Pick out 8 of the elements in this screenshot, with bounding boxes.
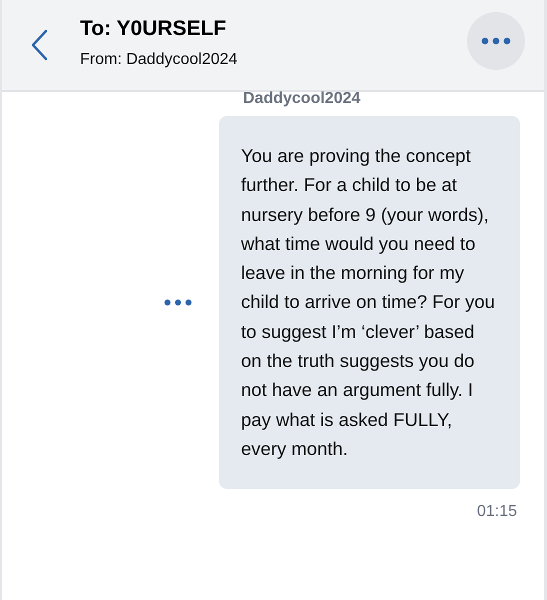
- sender-subtitle: From: Daddycool2024: [80, 51, 238, 69]
- more-icon: [481, 37, 511, 45]
- recipient-title: To: Y0URSELF: [80, 17, 228, 41]
- message-time: 01:15: [476, 503, 517, 522]
- sender-name: Daddycool2024: [243, 92, 362, 109]
- message-options-icon[interactable]: [164, 299, 192, 306]
- message-text: You are proving the concept further. For a child to be at nursery before 9 (your words), what time would you need to leave in the morning for my child to arrive on time? For you to suggest I’m ‘clever’ based on the truth suggests you do not have an argument fully. I pay what is asked FULLY, every month.: [241, 144, 496, 461]
- back-icon[interactable]: [30, 29, 48, 61]
